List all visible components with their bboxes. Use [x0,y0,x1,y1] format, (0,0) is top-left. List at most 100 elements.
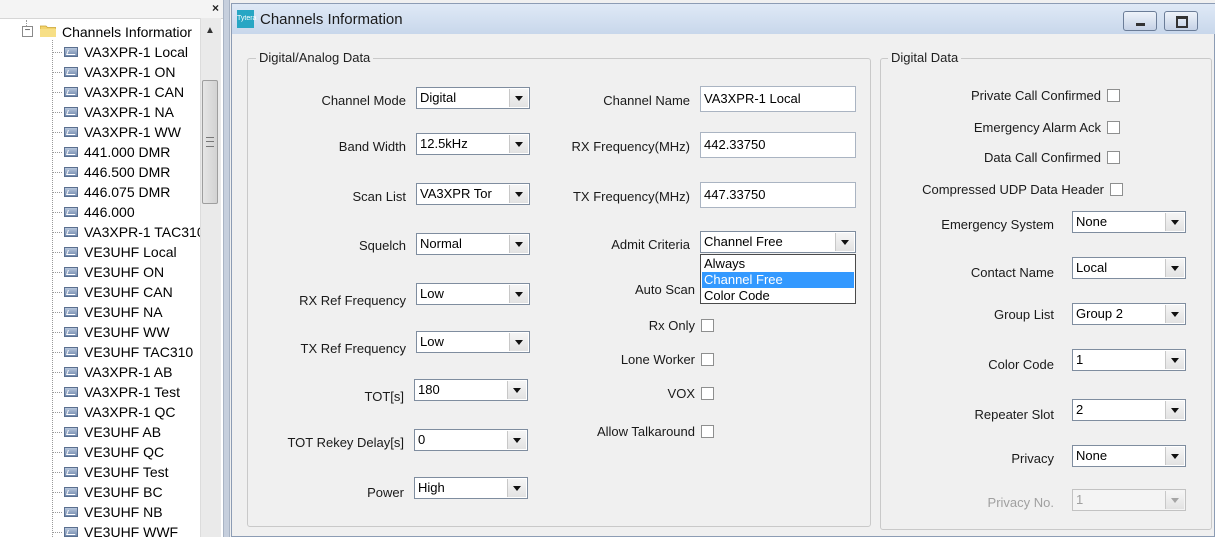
tree-item[interactable]: VE3UHF QC [0,442,200,462]
tree-item[interactable]: VA3XPR-1 TAC310 [0,222,205,242]
squelch-select[interactable]: Normal [416,233,530,255]
tree-connector [52,92,62,93]
tree-connector [52,432,62,433]
scan-list-select[interactable]: VA3XPR Tor [416,183,530,205]
chevron-down-icon[interactable] [509,135,528,153]
data-call-confirmed-checkbox[interactable] [1107,151,1120,164]
channel-name-field[interactable]: VA3XPR-1 Local [700,86,856,112]
group-list-label: Group List [994,307,1054,322]
rx-frequency-field[interactable]: 442.33750 [700,132,856,158]
chevron-down-icon[interactable] [1165,401,1184,419]
chevron-down-icon [1165,491,1184,509]
chevron-down-icon[interactable] [1165,351,1184,369]
chevron-down-icon[interactable] [1165,447,1184,465]
chevron-down-icon[interactable] [1165,305,1184,323]
tree-item[interactable]: VA3XPR-1 AB [0,362,200,382]
band-width-select[interactable]: 12.5kHz [416,133,530,155]
tree-item[interactable]: 446.500 DMR [0,162,200,182]
private-call-confirmed-checkbox[interactable] [1107,89,1120,102]
power-select[interactable]: High [414,477,528,499]
channel-icon [64,387,78,397]
emergency-alarm-ack-checkbox[interactable] [1107,121,1120,134]
tree-item[interactable]: VE3UHF Local [0,242,200,262]
rx-only-checkbox[interactable] [701,319,714,332]
compressed-udp-data-header-checkbox[interactable] [1110,183,1123,196]
tree-item[interactable]: VE3UHF NB [0,502,200,522]
tree-item[interactable]: VE3UHF CAN [0,282,200,302]
tree-item[interactable]: VA3XPR-1 WW [0,122,200,142]
color-code-select[interactable]: 1 [1072,349,1186,371]
tree-item[interactable]: 446.000 [0,202,200,222]
tree-item-label: 446.075 DMR [84,184,171,200]
tree-item[interactable]: VE3UHF WW [0,322,200,342]
tree-item[interactable]: 446.075 DMR [0,182,200,202]
contact-name-value: Local [1076,260,1108,275]
tot-select[interactable]: 180 [414,379,528,401]
chevron-down-icon[interactable] [509,333,528,351]
chevron-down-icon[interactable] [509,285,528,303]
tree-item[interactable]: VE3UHF TAC310 [0,342,200,362]
panel-splitter[interactable] [223,0,230,537]
tree-item[interactable]: VA3XPR-1 CAN [0,82,200,102]
collapse-icon[interactable]: − [22,26,33,37]
group-list-select[interactable]: Group 2 [1072,303,1186,325]
chevron-down-icon[interactable] [1165,259,1184,277]
chevron-down-icon[interactable] [507,431,526,449]
tot-rekey-delay-value: 0 [418,432,426,447]
repeater-slot-select[interactable]: 2 [1072,399,1186,421]
tree-item[interactable]: VA3XPR-1 ON [0,62,200,82]
tx-frequency-value: 447.33750 [704,187,766,202]
tree-item-label: VE3UHF QC [84,444,165,460]
vox-checkbox[interactable] [701,387,714,400]
emergency-system-label: Emergency System [941,217,1054,232]
tree-item[interactable]: VA3XPR-1 Local [0,42,200,62]
chevron-down-icon[interactable] [507,479,526,497]
channel-mode-select[interactable]: Digital [416,87,530,109]
chevron-down-icon[interactable] [507,381,526,399]
chevron-down-icon[interactable] [835,233,854,251]
rx-only-label: Rx Only [648,318,695,333]
tree-item[interactable]: VA3XPR-1 QC [0,402,200,422]
tree-item[interactable]: VE3UHF NA [0,302,200,322]
tot-rekey-delay-select[interactable]: 0 [414,429,528,451]
tree-connector [52,332,62,333]
tree-item[interactable]: VE3UHF AB [0,422,200,442]
close-icon[interactable]: × [212,2,222,14]
chevron-down-icon[interactable] [1165,213,1184,231]
tree-item[interactable]: VE3UHF ON [0,262,200,282]
admit-criteria-option-channel-free[interactable]: Channel Free [702,272,854,288]
channel-tree[interactable]: × − Channels Informatior VA3XPR-1 Local V… [0,0,223,537]
privacy-select[interactable]: None [1072,445,1186,467]
admit-criteria-select[interactable]: Channel Free [700,231,856,253]
admit-criteria-dropdown[interactable]: Always Channel Free Color Code [700,254,856,304]
tree-connector [52,352,62,353]
admit-criteria-option-color-code[interactable]: Color Code [702,288,854,304]
contact-name-select[interactable]: Local [1072,257,1186,279]
minimize-button[interactable] [1123,11,1157,31]
tree-item[interactable]: 441.000 DMR [0,142,200,162]
channel-mode-label: Channel Mode [321,93,406,108]
rx-frequency-value: 442.33750 [704,137,766,152]
emergency-system-select[interactable]: None [1072,211,1186,233]
lone-worker-checkbox[interactable] [701,353,714,366]
tx-ref-frequency-select[interactable]: Low [416,331,530,353]
chevron-down-icon[interactable] [509,185,528,203]
channel-icon [64,167,78,177]
tree-connector [52,472,62,473]
squelch-label: Squelch [359,238,406,253]
rx-ref-frequency-select[interactable]: Low [416,283,530,305]
channel-name-value: VA3XPR-1 Local [704,91,801,106]
tx-frequency-field[interactable]: 447.33750 [700,182,856,208]
tree-item[interactable]: VE3UHF Test [0,462,200,482]
tree-item[interactable]: VE3UHF BC [0,482,200,502]
chevron-down-icon[interactable] [509,89,528,107]
tree-root-label[interactable]: Channels Informatior [62,22,192,42]
allow-talkaround-checkbox[interactable] [701,425,714,438]
tree-item[interactable]: VA3XPR-1 Test [0,382,200,402]
scroll-up-icon[interactable]: ▲ [200,22,220,39]
maximize-button[interactable] [1164,11,1198,31]
tree-item[interactable]: VE3UHF WWF [0,522,200,537]
admit-criteria-option-always[interactable]: Always [702,256,854,272]
tree-item[interactable]: VA3XPR-1 NA [0,102,200,122]
chevron-down-icon[interactable] [509,235,528,253]
